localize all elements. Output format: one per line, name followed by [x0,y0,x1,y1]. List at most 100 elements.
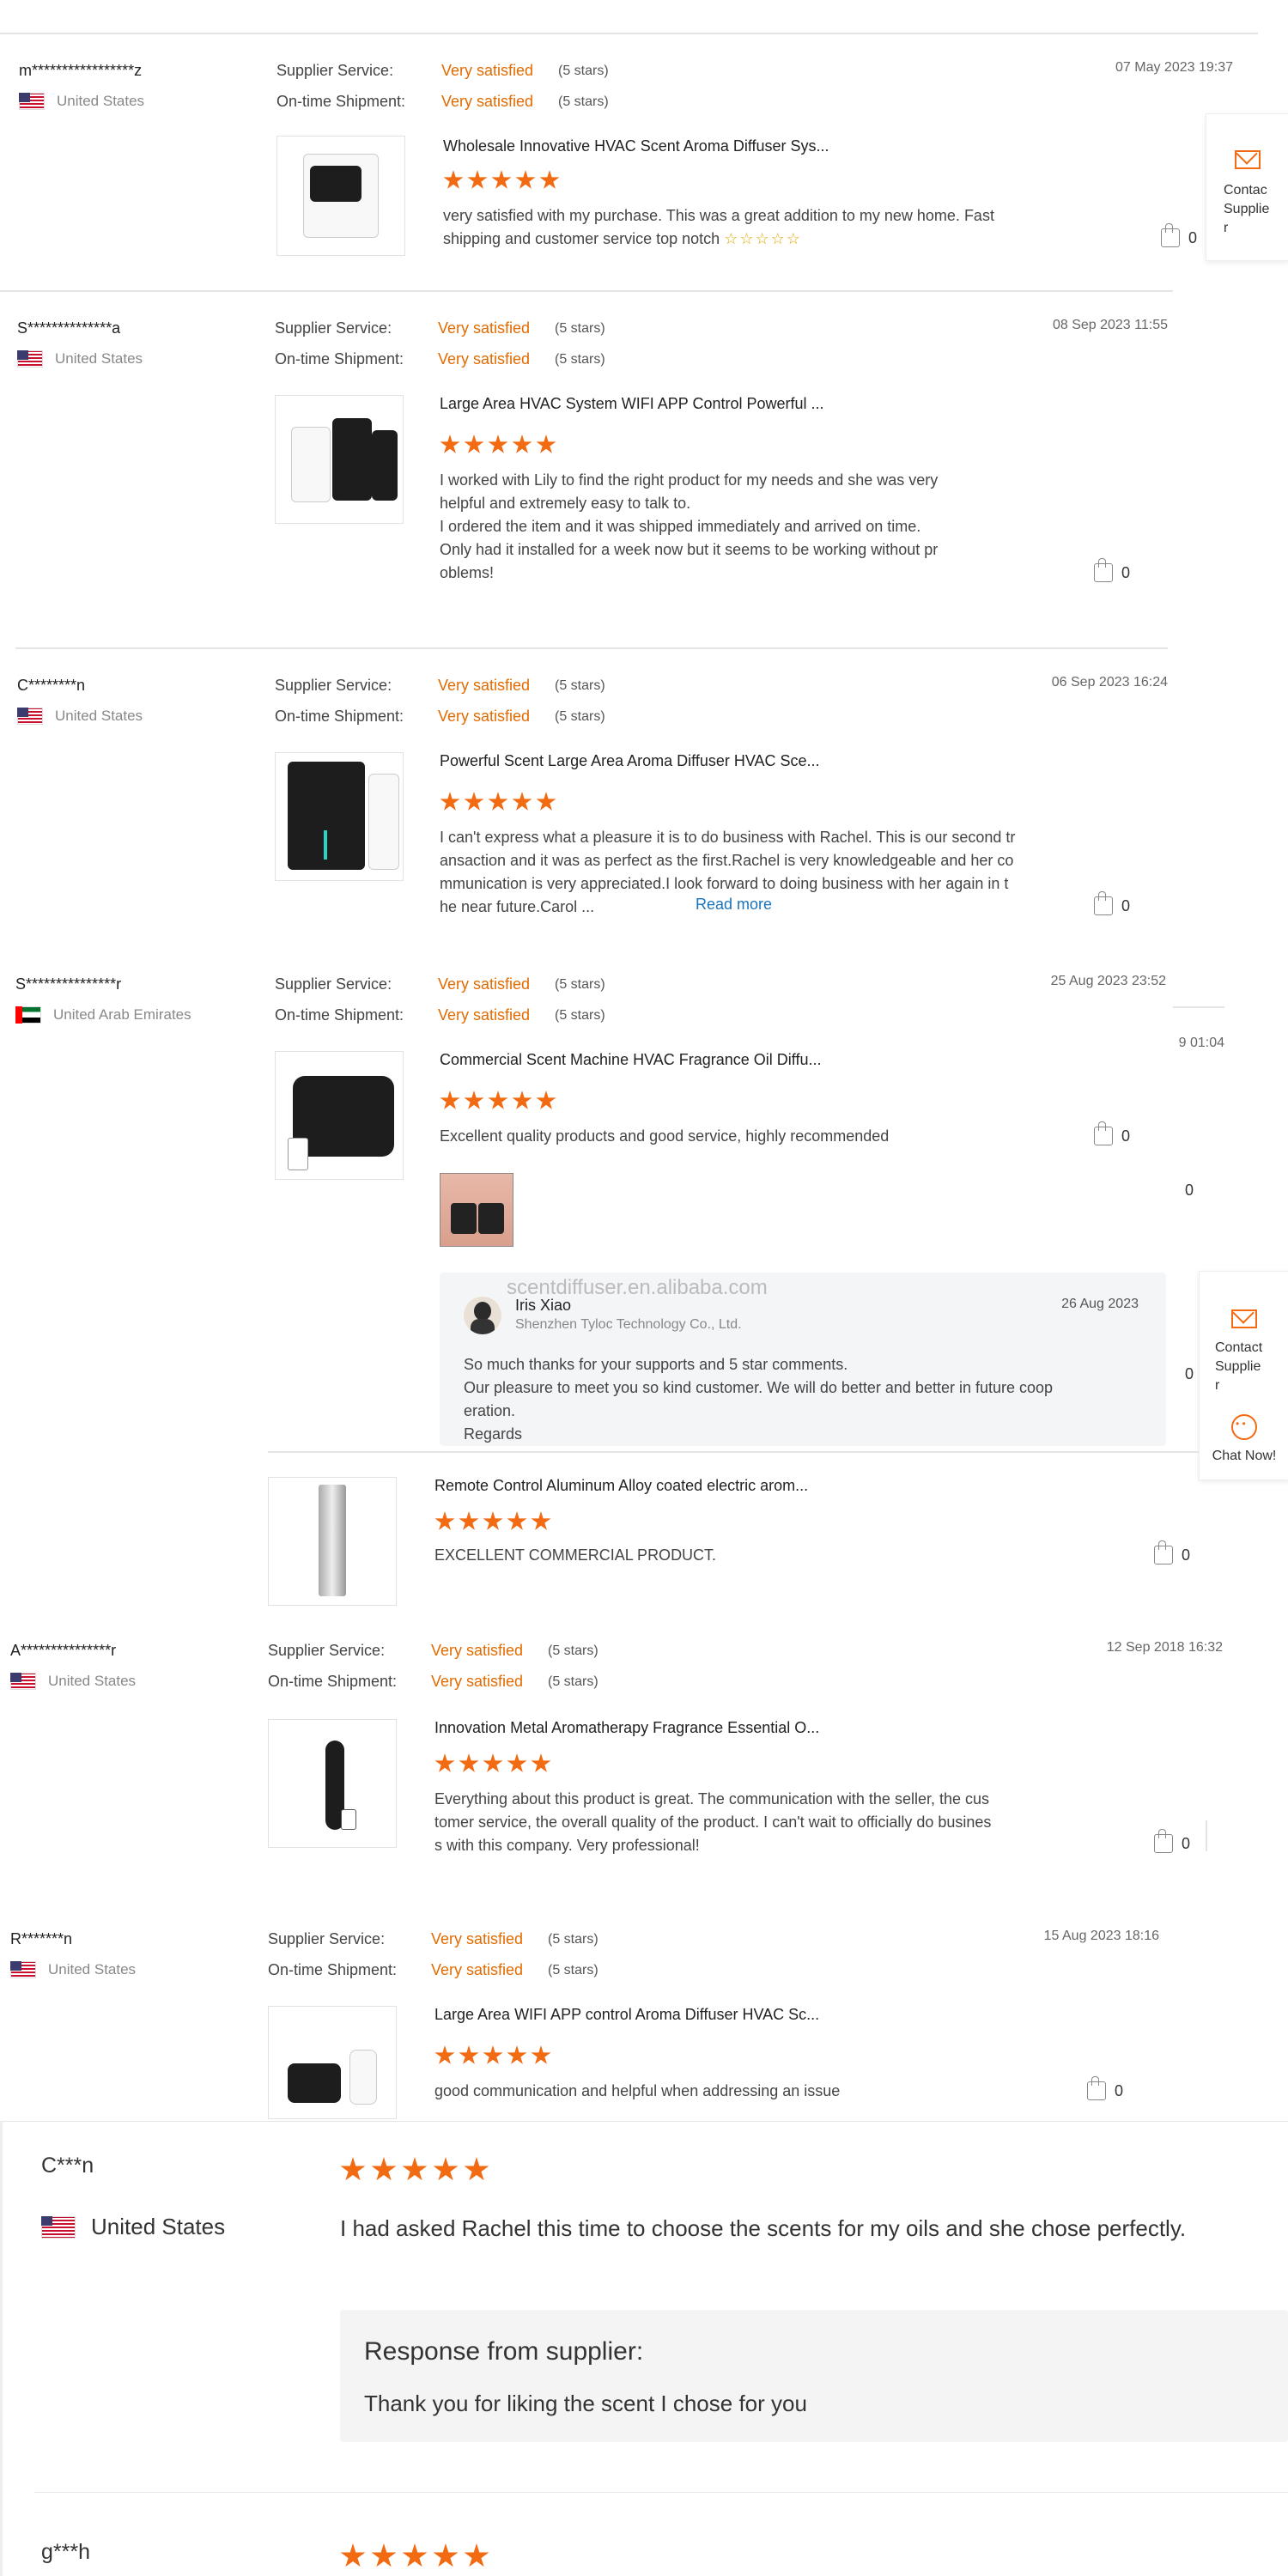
read-more-link[interactable]: Read more [696,896,772,914]
service-stars-text: (5 stars) [548,1643,598,1658]
us-flag-icon [41,2215,76,2239]
reviewer-name: S***************r [15,975,122,993]
product-thumbnail[interactable] [275,752,404,881]
divider [34,2492,1288,2493]
like-count: 0 [1188,228,1198,246]
rating-stars [434,2045,551,2066]
supplier-company: Shenzhen Tyloc Technology Co., Ltd. [515,1317,742,1332]
us-flag-icon [17,708,43,725]
thumbs-up-icon [1094,1121,1113,1145]
rating-stars [443,170,560,191]
like-button[interactable]: 0 [1087,2076,1124,2100]
product-thumbnail[interactable] [276,136,405,256]
like-button[interactable]: 0 [1094,558,1130,582]
like-button[interactable]: 0 [1094,1121,1130,1145]
product-title-link[interactable]: Wholesale Innovative HVAC Scent Aroma Di… [443,137,829,155]
partial-date-fragment: 9 01:04 [1178,1036,1224,1050]
contact-supplier-top[interactable]: Contac Supplie r [1206,113,1288,261]
uae-flag-icon [15,1006,41,1024]
service-stars-text: (5 stars) [548,1932,598,1947]
review-text: good communication and helpful when addr… [434,2082,841,2099]
supplier-response-box [340,2310,1288,2442]
rating-stars [340,2543,489,2569]
like-button[interactable]: 0 [1154,1829,1190,1853]
reviewer-country: United States [17,350,143,368]
rating-stars [434,1511,551,1532]
like-button[interactable]: 0 [1094,891,1130,915]
review-text: EXCELLENT COMMERCIAL PRODUCT. [434,1546,717,1564]
country-label: United States [55,350,143,367]
reviewer-country: United Arab Emirates [15,1006,191,1024]
review-text: Excellent quality products and good serv… [440,1127,890,1145]
shipment-stars-text: (5 stars) [555,352,605,367]
thumbs-up-icon [1154,1540,1173,1564]
divider [15,647,1168,649]
response-title: Response from supplier: [364,2337,644,2366]
shipment-label: On-time Shipment: [276,93,406,110]
supplier-service-label: Supplier Service: [275,677,392,694]
us-flag-icon [10,1961,36,1978]
product-title-link[interactable]: Large Area WIFI APP control Aroma Diffus… [434,2006,819,2024]
reviewer-country: United States [41,2214,225,2240]
contact-supplier-label: Contac Supplie r [1224,183,1270,235]
shipment-rating: Very satisfied [438,1006,531,1024]
thumbs-up-icon [1154,1829,1173,1853]
product-title-link[interactable]: Powerful Scent Large Area Aroma Diffuser… [440,752,820,770]
shipment-rating: Very satisfied [441,93,534,110]
remote-shape [341,1809,356,1830]
chat-now-button[interactable]: Chat Now! [1200,1414,1288,1466]
like-button[interactable]: 0 [1154,1540,1191,1564]
review-text: very satisfied with my purchase. This wa… [443,204,1096,251]
product-title-link[interactable]: Commercial Scent Machine HVAC Fragrance … [440,1051,821,1069]
review-date: 15 Aug 2023 18:16 [1043,1929,1159,1943]
review-text: Everything about this product is great. … [434,1790,992,1854]
reviewer-country: United States [17,708,143,725]
country-label: United States [48,1673,137,1689]
service-rating: Very satisfied [438,975,531,993]
like-button[interactable]: 0 [1161,223,1198,247]
rating-stars [440,1091,556,1111]
product-title-link[interactable]: Large Area HVAC System WIFI APP Control … [440,395,824,413]
product-thumbnail[interactable] [268,1719,397,1848]
partial-like-count: 0 [1185,1365,1194,1382]
shipment-rating: Very satisfied [438,350,531,368]
like-count: 0 [1182,1546,1191,1564]
divider [0,290,1173,292]
product-thumbnail[interactable] [268,2006,397,2119]
product-thumbnail[interactable] [275,1051,404,1180]
shipment-stars-text: (5 stars) [558,94,609,109]
reviewer-country: United States [10,1961,136,1978]
product-title-link[interactable]: Innovation Metal Aromatherapy Fragrance … [434,1719,819,1737]
contact-supplier-button[interactable]: Contact Supplie r [1200,1272,1288,1395]
supplier-avatar [464,1297,501,1334]
review-date: 25 Aug 2023 23:52 [1050,974,1166,988]
led-strip [324,830,327,860]
divider-fragment [1206,1820,1207,1851]
shipment-stars-text: (5 stars) [548,1674,598,1689]
product-thumbnail[interactable] [268,1477,397,1606]
service-stars-text: (5 stars) [555,977,605,992]
product-thumbnail[interactable] [275,395,404,524]
review-text-body: very satisfied with my purchase. This wa… [443,207,994,247]
reviewer-name: R*******n [10,1930,73,1947]
response-text: Thank you for liking the scent I chose f… [364,2391,807,2416]
reply-text: So much thanks for your supports and 5 s… [464,1356,1054,1443]
review-photo[interactable] [440,1173,513,1247]
reviewer-name: m*****************z [19,62,143,79]
like-count: 0 [1115,2081,1124,2099]
supplier-service-label: Supplier Service: [275,319,392,337]
us-flag-icon [17,350,43,368]
service-stars-text: (5 stars) [555,678,605,693]
rating-stars [434,1753,551,1774]
supplier-name: Iris Xiao [515,1297,572,1314]
shipment-rating: Very satisfied [438,708,531,725]
review-text: I had asked Rachel this time to choose t… [340,2215,1187,2241]
country-label: United Arab Emirates [53,1006,191,1023]
supplier-service-label: Supplier Service: [275,975,392,993]
review-text: I worked with Lily to find the right pro… [440,471,939,581]
service-rating: Very satisfied [438,677,531,694]
shipment-stars-text: (5 stars) [548,1963,598,1978]
review-date: 08 Sep 2023 11:55 [1052,318,1168,332]
mail-icon [1231,1309,1257,1328]
product-title-link[interactable]: Remote Control Aluminum Alloy coated ele… [434,1477,808,1495]
